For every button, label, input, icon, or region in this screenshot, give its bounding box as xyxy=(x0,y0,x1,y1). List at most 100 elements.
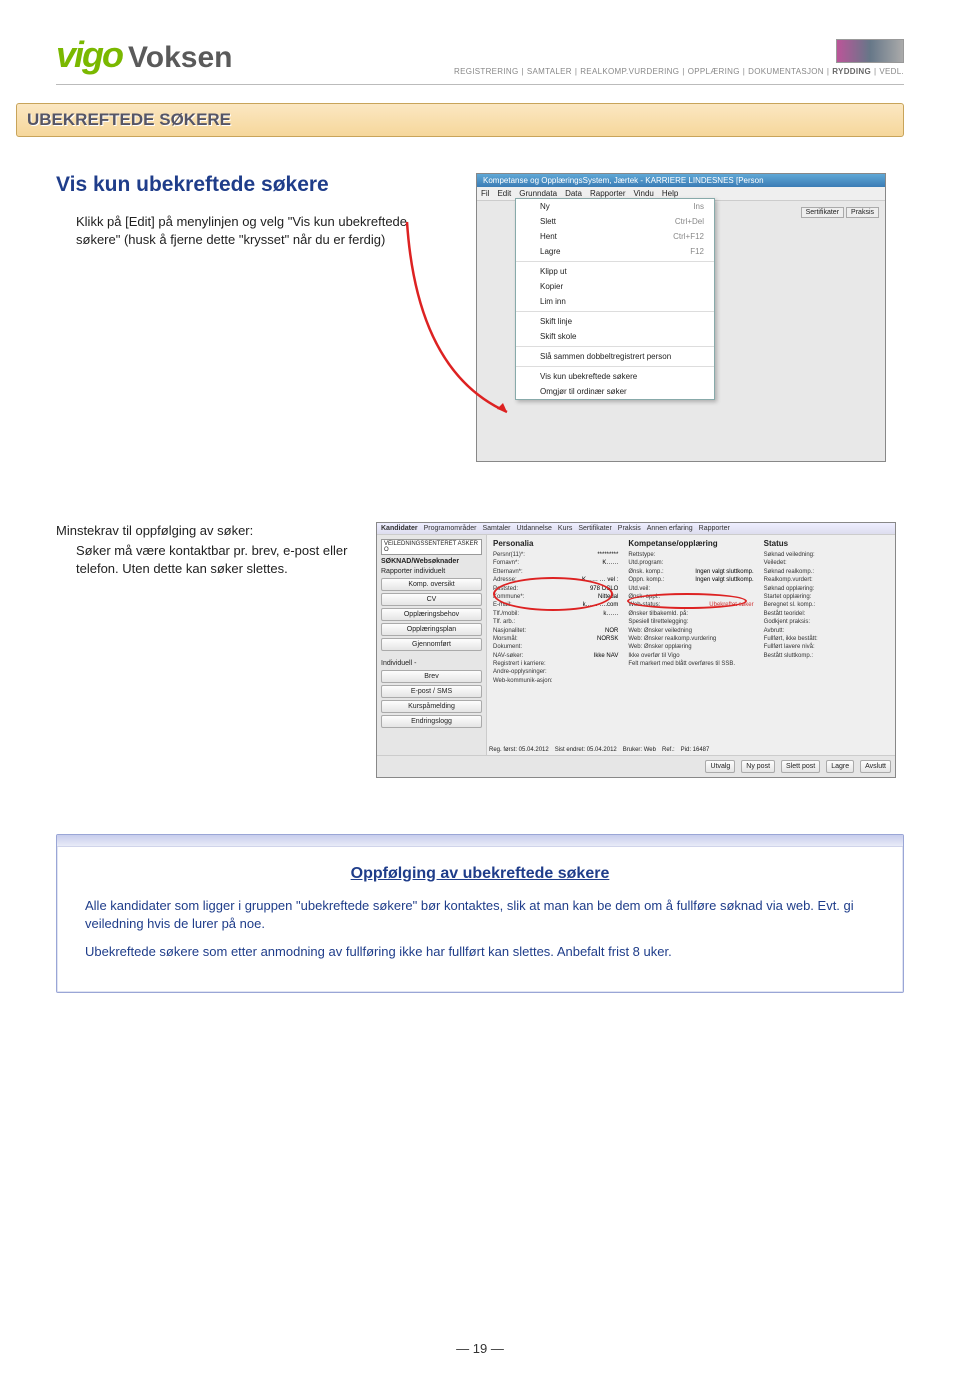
tab[interactable]: Utdannelse xyxy=(517,525,552,532)
dropdown-item[interactable]: HentCtrl+F12 xyxy=(516,229,714,244)
dropdown-item[interactable]: NyIns xyxy=(516,199,714,214)
tab[interactable]: Praksis xyxy=(618,525,641,532)
screenshot-edit-menu: Kompetanse og OpplæringsSystem, Jærtek -… xyxy=(476,173,886,462)
tab-sertifikater[interactable]: Sertifikater xyxy=(801,207,844,218)
section-title: UBEKREFTEDE SØKERE xyxy=(27,110,231,129)
form-row: Søknad veiledning: xyxy=(764,551,889,559)
dropdown-item[interactable]: SlettCtrl+Del xyxy=(516,214,714,229)
form-row: Poststed:978 OSLO xyxy=(493,585,618,593)
rapporter-label: Rapporter individuelt xyxy=(381,568,482,575)
callout-title: Oppfølging av ubekreftede søkere xyxy=(57,865,903,883)
footer-button[interactable]: Avslutt xyxy=(860,760,891,773)
form-row: Utd.veil: xyxy=(628,585,753,593)
tab-praksis[interactable]: Praksis xyxy=(846,207,879,218)
form-row: Utd.program: xyxy=(628,559,753,567)
form-row: Dokument: xyxy=(493,643,618,651)
form-row: Web: Ønsker veiledning xyxy=(628,627,753,635)
footer-button[interactable]: Lagre xyxy=(826,760,854,773)
breadcrumb-item: REALKOMP.VURDERING xyxy=(580,67,679,76)
dropdown-item[interactable]: Klipp ut xyxy=(516,264,714,279)
form-panel: Personalia Kompetanse/opplæring Status P… xyxy=(487,535,895,755)
tab[interactable]: Rapporter xyxy=(699,525,730,532)
callout-box: Oppfølging av ubekreftede søkere Alle ka… xyxy=(56,834,904,993)
breadcrumb-item: REGISTRERING xyxy=(454,67,519,76)
individuell-label: Individuell - xyxy=(381,660,482,667)
tab[interactable]: Kandidater xyxy=(381,525,418,532)
screenshot-kandidater: Kandidater Programområder Samtaler Utdannel… xyxy=(376,522,896,778)
footer-info-item: Ref.: xyxy=(662,747,675,753)
breadcrumb-item: VEDL. xyxy=(879,67,904,76)
form-row: Tlf./mobil:k…… xyxy=(493,610,618,618)
menu-item[interactable]: Grunndata xyxy=(519,189,557,198)
tab[interactable]: Sertifikater xyxy=(578,525,611,532)
form-row: Registrert i karriere: xyxy=(493,660,618,668)
form-row: Fornavn*:K…… xyxy=(493,559,618,567)
panel-button[interactable]: Opplæringsbehov xyxy=(381,608,482,621)
intro-paragraph: Klikk på [Edit] på menylinjen og velg "V… xyxy=(76,213,436,249)
form-row: Etternavn*: xyxy=(493,568,618,576)
breadcrumb-item: SAMTALER xyxy=(527,67,572,76)
tab[interactable]: Kurs xyxy=(558,525,572,532)
dropdown-item[interactable]: Kopier xyxy=(516,279,714,294)
footer-buttons: Utvalg Ny post Slett post Lagre Avslutt xyxy=(377,755,895,777)
page-number: — 19 — xyxy=(0,1341,960,1356)
dropdown-item[interactable]: Lim inn xyxy=(516,294,714,309)
callout-p1: Alle kandidater som ligger i gruppen "ub… xyxy=(85,897,875,933)
menu-item[interactable]: Rapporter xyxy=(590,189,626,198)
breadcrumb: REGISTRERING | SAMTALER | REALKOMP.VURDE… xyxy=(454,67,904,76)
form-row: Veiledet: xyxy=(764,559,889,567)
panel-button[interactable]: CV xyxy=(381,593,482,606)
brand-image xyxy=(836,39,904,63)
form-row: Avbrutt: xyxy=(764,627,889,635)
footer-info-item: Bruker: Web xyxy=(623,747,656,753)
form-row: Rettstype: xyxy=(628,551,753,559)
dropdown-item[interactable]: LagreF12 xyxy=(516,244,714,259)
form-row: Web-kommunik-asjon: xyxy=(493,677,618,685)
logo: vigo Voksen xyxy=(56,34,233,76)
tab[interactable]: Programområder xyxy=(424,525,477,532)
tab[interactable]: Annen erfaring xyxy=(647,525,693,532)
org-dropdown[interactable]: VEILEDNINGSSENTERET ASKER O xyxy=(381,539,482,555)
tab[interactable]: Samtaler xyxy=(482,525,510,532)
form-row: Ikke overfør til Vigo xyxy=(628,652,753,660)
footer-button[interactable]: Ny post xyxy=(741,760,775,773)
col-status: Status xyxy=(764,539,889,548)
menu-item[interactable]: Help xyxy=(662,189,678,198)
panel-button[interactable]: Opplæringsplan xyxy=(381,623,482,636)
dropdown-item[interactable]: Skift linje xyxy=(516,314,714,329)
dropdown-item[interactable]: Vis kun ubekreftede søkere xyxy=(516,369,714,384)
form-row: Fullført lavere nivå: xyxy=(764,643,889,651)
panel-button[interactable]: Brev xyxy=(381,670,482,683)
menu-item[interactable]: Vindu xyxy=(634,189,654,198)
form-row: Søknad realkomp.: xyxy=(764,568,889,576)
dropdown-item[interactable]: Skift skole xyxy=(516,329,714,344)
footer-button[interactable]: Slett post xyxy=(781,760,820,773)
col-kompetanse: Kompetanse/opplæring xyxy=(628,539,753,548)
panel-button[interactable]: Gjennomført xyxy=(381,638,482,651)
callout-p2: Ubekreftede søkere som etter anmodning a… xyxy=(85,943,875,961)
panel-button[interactable]: Kurspåmelding xyxy=(381,700,482,713)
form-row: Andre-opplysninger: xyxy=(493,668,618,676)
menu-item[interactable]: Edit xyxy=(497,189,511,198)
panel-button[interactable]: E-post / SMS xyxy=(381,685,482,698)
menu-item[interactable]: Fil xyxy=(481,189,489,198)
form-row: Godkjent praksis: xyxy=(764,618,889,626)
section-title-bar: UBEKREFTEDE SØKERE xyxy=(16,103,904,137)
soknad-heading: SØKNAD/Websøknader xyxy=(381,558,482,565)
form-row: Beregnet sl. komp.: xyxy=(764,601,889,609)
menu-item[interactable]: Data xyxy=(565,189,582,198)
dropdown-item[interactable]: Slå sammen dobbeltregistrert person xyxy=(516,349,714,364)
footer-info-item: Pid: 16487 xyxy=(681,747,710,753)
footer-info-item: Sist endret: 05.04.2012 xyxy=(555,747,617,753)
form-row: Ønsker tilbakemld. på: xyxy=(628,610,753,618)
panel-button[interactable]: Komp. oversikt xyxy=(381,578,482,591)
dropdown-item[interactable]: Omgjør til ordinær søker xyxy=(516,384,714,399)
tabs: Kandidater Programområder Samtaler Utdannel… xyxy=(377,523,895,535)
panel-button[interactable]: Endringslogg xyxy=(381,715,482,728)
left-panel: VEILEDNINGSSENTERET ASKER O SØKNAD/Websø… xyxy=(377,535,487,755)
breadcrumb-item: DOKUMENTASJON xyxy=(748,67,824,76)
form-row: Morsmål:NORSK xyxy=(493,635,618,643)
form-row: Web-status:Ubekreftet søker xyxy=(628,601,753,609)
col-personalia: Personalia xyxy=(493,539,618,548)
footer-button[interactable]: Utvalg xyxy=(705,760,735,773)
